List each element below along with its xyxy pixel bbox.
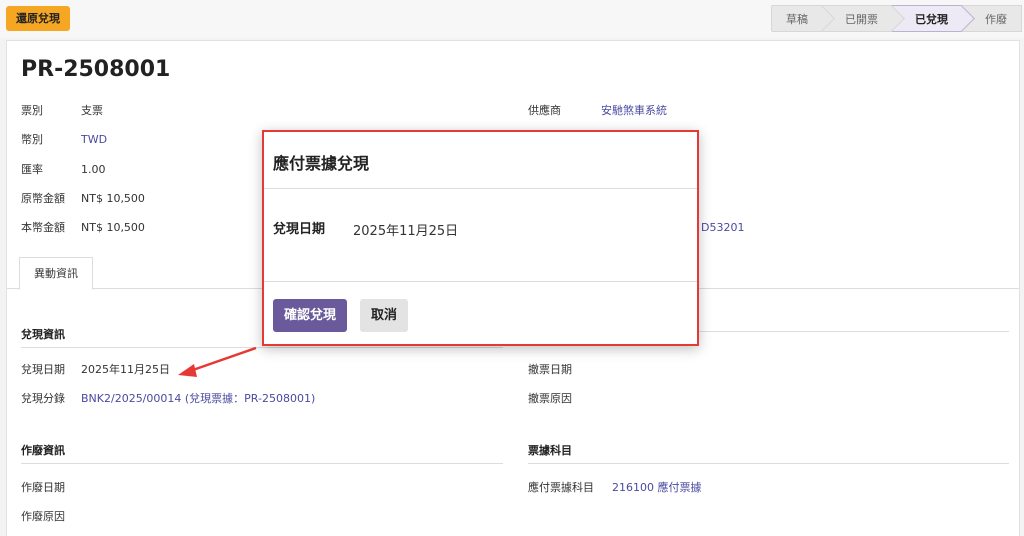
section-cancel-info: 作廢資訊 [21, 442, 503, 464]
field-rate: 匯率 1.00 [21, 162, 106, 178]
confirm-cash-button[interactable]: 確認兌現 [273, 299, 348, 332]
field-label: 票別 [21, 104, 43, 117]
journal-link[interactable]: BNK2/2025/00014 (兌現票據：PR-2508001) [81, 392, 315, 405]
status-void-label: 作廢 [985, 13, 1007, 26]
field-label: 作廢原因 [21, 510, 65, 523]
field-partial-value: D53201 [701, 220, 744, 236]
field-value[interactable]: 1.00 [81, 163, 106, 176]
cash-dialog: 應付票據兌現 兌現日期 2025年11月25日 確認兌現 取消 [262, 130, 699, 346]
field-label: 撤票原因 [528, 392, 572, 405]
field-cancel-reason: 作廢原因 [21, 509, 65, 525]
field-label: 撤票日期 [528, 363, 572, 376]
record-title: PR-2508001 [21, 57, 171, 82]
revert-cash-button[interactable]: 還原兌現 [6, 6, 70, 31]
field-value[interactable]: 支票 [81, 104, 103, 117]
account-link[interactable]: 216100 應付票據 [612, 481, 702, 494]
field-currency: 幣別 TWD [21, 132, 107, 148]
field-cash-journal: 兌現分錄 BNK2/2025/00014 (兌現票據：PR-2508001) [21, 391, 315, 407]
field-label: 供應商 [528, 104, 561, 117]
status-issued-label: 已開票 [845, 13, 878, 26]
status-cashed-label: 已兌現 [915, 13, 948, 26]
field-value[interactable]: NT$ 10,500 [81, 221, 145, 234]
field-payable-account: 應付票據科目 216100 應付票據 [528, 480, 702, 496]
currency-link[interactable]: TWD [81, 133, 107, 146]
field-cancel-date: 作廢日期 [21, 480, 65, 496]
field-void-date: 撤票日期 [528, 362, 572, 378]
status-draft-label: 草稿 [786, 13, 808, 26]
field-bill-type: 票別 支票 [21, 103, 103, 119]
field-void-reason: 撤票原因 [528, 391, 572, 407]
status-draft[interactable]: 草稿 [771, 5, 835, 32]
field-label: 本幣金額 [21, 221, 65, 234]
field-local-amount: 本幣金額 NT$ 10,500 [21, 220, 145, 236]
field-vendor: 供應商 安馳煞車系統 [528, 103, 667, 119]
control-panel: 還原兌現 草稿 已開票 已兌現 作廢 [0, 0, 1024, 38]
field-label: 兌現分錄 [21, 392, 65, 405]
field-label: 幣別 [21, 133, 43, 146]
field-label: 兌現日期 [21, 363, 65, 376]
field-original-amount: 原幣金額 NT$ 10,500 [21, 191, 145, 207]
field-value[interactable]: NT$ 10,500 [81, 192, 145, 205]
vendor-link[interactable]: 安馳煞車系統 [601, 104, 667, 117]
divider [264, 188, 697, 189]
field-label: 原幣金額 [21, 192, 65, 205]
dialog-date-input[interactable]: 2025年11月25日 [353, 220, 458, 239]
partial-link[interactable]: D53201 [701, 221, 744, 234]
status-bar: 草稿 已開票 已兌現 作廢 [771, 5, 1022, 32]
tab-change-info[interactable]: 異動資訊 [19, 257, 93, 290]
field-label: 匯率 [21, 163, 43, 176]
field-cash-date: 兌現日期 2025年11月25日 [21, 362, 170, 378]
field-value[interactable]: 2025年11月25日 [81, 363, 170, 376]
field-label: 作廢日期 [21, 481, 65, 494]
dialog-date-label: 兌現日期 [273, 222, 326, 237]
section-account: 票據科目 [528, 442, 1009, 464]
field-label: 應付票據科目 [528, 481, 594, 494]
divider [264, 281, 697, 282]
dialog-title: 應付票據兌現 [273, 154, 370, 173]
cancel-button[interactable]: 取消 [360, 299, 409, 332]
